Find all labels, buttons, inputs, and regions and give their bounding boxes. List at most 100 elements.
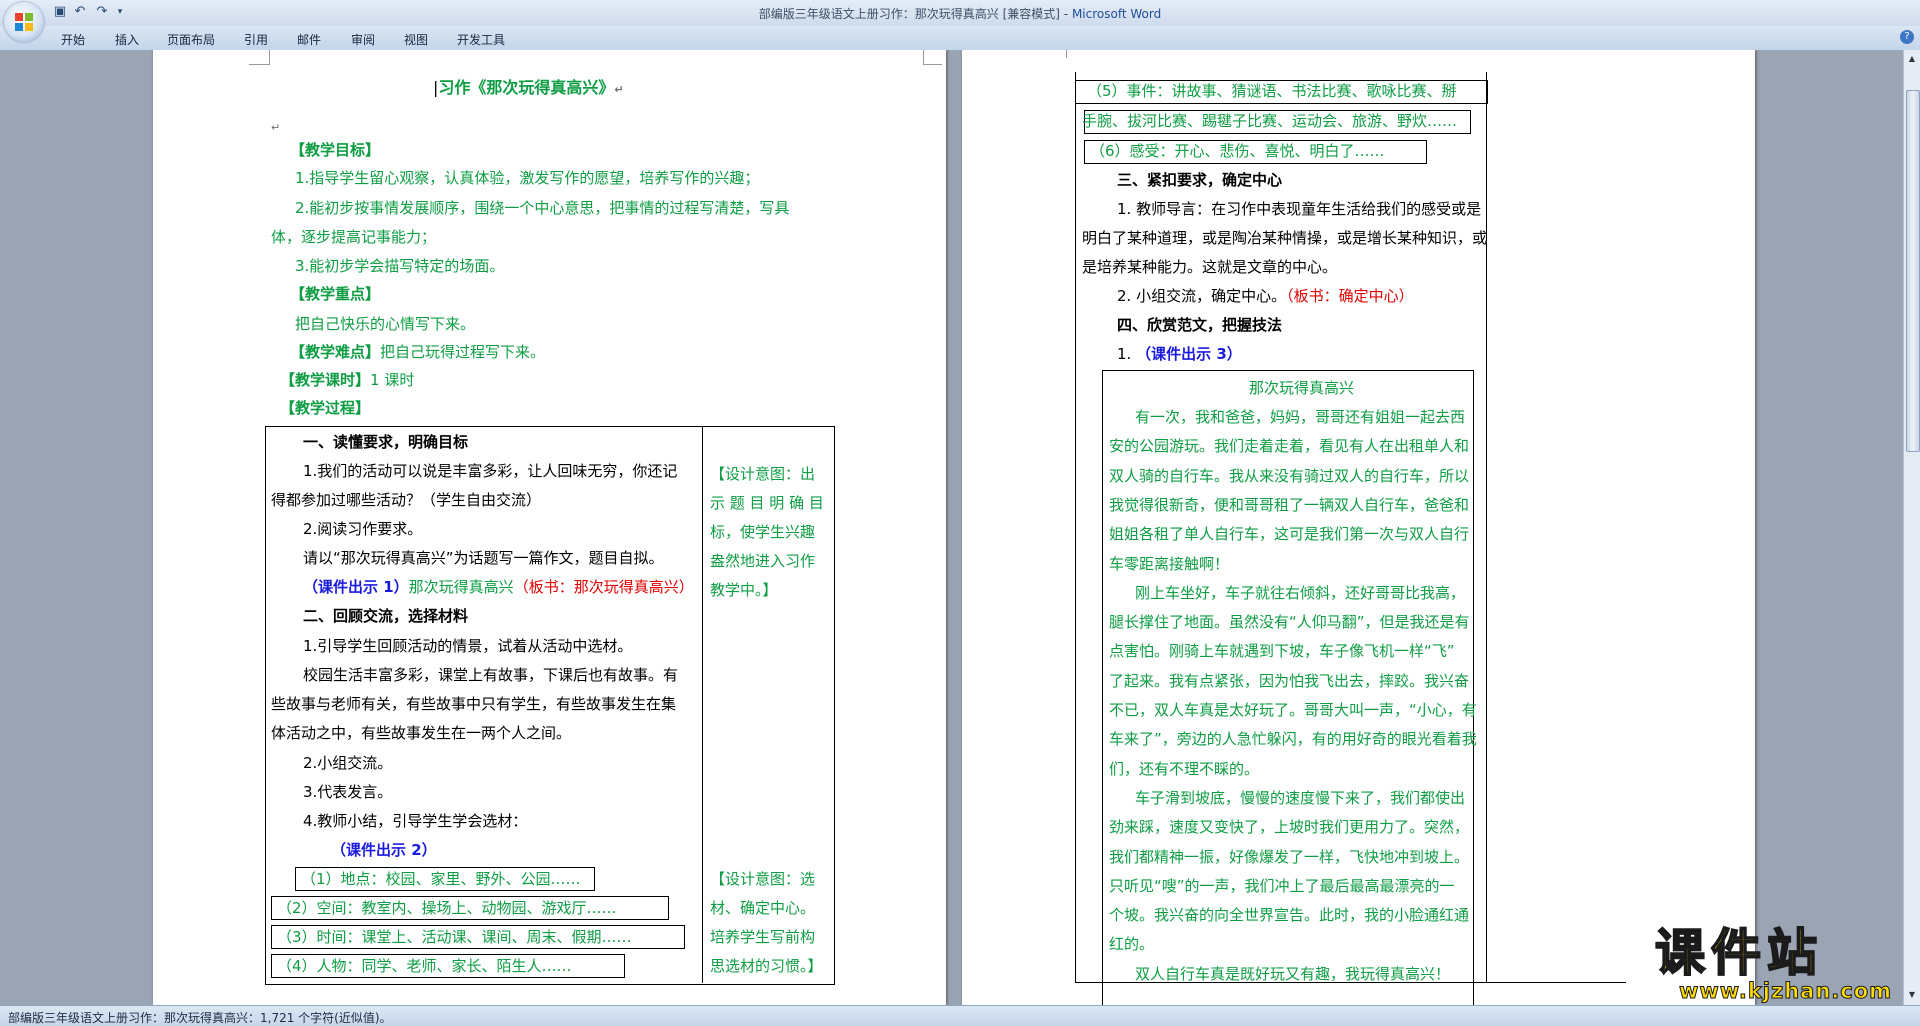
- tab-review[interactable]: 审阅: [351, 31, 375, 48]
- option-1: （1）地点：校园、家里、野外、公园……: [301, 870, 581, 888]
- section-1-title: 一、读懂要求，明确目标: [303, 433, 469, 451]
- crop-mark: [1046, 50, 1067, 58]
- option-6: （6）感受：开心、悲伤、喜悦、明白了……: [1090, 142, 1385, 160]
- essay-line: 不已，双人车真是太好玩了。哥哥大叫一声，“小心，有: [1109, 701, 1477, 719]
- s1-paragraph-2: 2.阅读习作要求。: [303, 520, 423, 538]
- design-intent-1-line-4: 盎然地进入习作: [710, 552, 816, 570]
- table-bottom-border-right: [1486, 982, 1626, 983]
- tab-developer[interactable]: 开发工具: [457, 31, 505, 48]
- goals-heading: 【教学目标】: [290, 141, 381, 159]
- option-4: （4）人物：同学、老师、家长、陌生人……: [277, 957, 572, 975]
- tab-home[interactable]: 开始: [61, 31, 85, 48]
- essay-line: 们，还有不理不睬的。: [1109, 759, 1260, 778]
- title-bar: 部编版三年级语文上册习作：那次玩得真高兴 [兼容模式] - Microsoft …: [0, 0, 1920, 26]
- scroll-down-icon[interactable]: ▼: [1907, 990, 1917, 1000]
- process-heading: 【教学过程】: [280, 399, 371, 417]
- watermark-logo-text: 课件站: [1654, 924, 1823, 982]
- essay-line: 腿长撑住了地面。虽然没有“人仰马翻”，但是我还是有: [1109, 613, 1470, 632]
- watermark-logo: 课件站 www.kjzhan.com: [1654, 924, 1905, 1004]
- s2-paragraph-5: 4.教师小结，引导学生学会选材：: [303, 812, 528, 830]
- essay-line: 了起来。我有点紧张，因为怕我飞出去，摔跤。我兴奋: [1109, 671, 1470, 690]
- essay-line: 红的。: [1109, 935, 1155, 954]
- goal-3: 3.能初步学会描写特定的场面。: [295, 257, 505, 275]
- essay-title: 那次玩得真高兴: [1249, 379, 1355, 397]
- goal-2-line-2: 体，逐步提高记事能力；: [271, 228, 437, 246]
- vertical-scrollbar[interactable]: ▲ ▼: [1903, 50, 1920, 1005]
- s2-paragraph-6: （课件出示 2）: [331, 841, 437, 859]
- s1-paragraph-1b: 得都参加过哪些活动？（学生自由交流）: [271, 491, 542, 509]
- s1-paragraph-1a: 1.我们的活动可以说是丰富多彩，让人回味无穷，你还记: [303, 462, 678, 480]
- option-2: （2）空间：教室内、操场上、动物园、游戏厅……: [277, 899, 617, 917]
- document-page-1[interactable]: |习作《那次玩得真高兴》↵ ↵ 【教学目标】 1.指导学生留心观察，认真体验，激…: [153, 50, 946, 1005]
- document-page-2[interactable]: （5）事件：讲故事、猜谜语、书法比赛、歌咏比赛、掰 手腕、拔河比赛、踢毽子比赛、…: [962, 50, 1755, 1005]
- s2-paragraph-4: 3.代表发言。: [303, 783, 393, 801]
- design-intent-2-line-3: 培养学生写前构: [710, 928, 816, 946]
- essay-line: 安的公园游玩。我们走着走着，看见有人在出租单人和: [1109, 437, 1470, 456]
- s1-paragraph-4: （课件出示 1）那次玩得真高兴（板书：那次玩得真高兴）: [303, 578, 694, 596]
- s3-paragraph-1a: 1. 教师导言：在习作中表现童年生活给我们的感受或是: [1117, 200, 1482, 218]
- essay-line: 姐姐各租了单人自行车，这可是我们第一次与双人自行: [1109, 525, 1470, 544]
- design-intent-1-line-5: 教学中。】: [710, 581, 778, 599]
- difficulty-line: 【教学难点】把自己玩得过程写下来。: [290, 343, 546, 361]
- section-3-title: 三、紧扣要求，确定中心: [1117, 171, 1283, 189]
- goal-1: 1.指导学生留心观察，认真体验，激发写作的愿望，培养写作的兴趣；: [295, 169, 760, 187]
- design-intent-1-line-1: 【设计意图：出: [710, 465, 816, 483]
- option-5-line-2: 手腕、拔河比赛、踢毽子比赛、运动会、旅游、野炊……: [1082, 112, 1458, 130]
- s2-paragraph-3: 2.小组交流。: [303, 754, 393, 772]
- crop-mark: [923, 50, 942, 65]
- goal-2-line-1: 2.能初步按事情发展顺序，围绕一个中心意思，把事情的过程写清楚，写具: [295, 199, 790, 217]
- design-intent-2-line-1: 【设计意图：选: [710, 870, 816, 888]
- table-divider: [1486, 72, 1487, 982]
- s2-paragraph-1: 1.引导学生回顾活动的情景，试着从活动中选材。: [303, 637, 633, 655]
- option-3: （3）时间：课堂上、活动课、课间、周末、假期……: [277, 928, 632, 946]
- tab-references[interactable]: 引用: [244, 31, 268, 48]
- redo-icon[interactable]: ↷: [94, 4, 110, 20]
- essay-line: 双人自行车真是既好玩又有趣，我玩得真高兴！: [1135, 964, 1451, 983]
- s3-paragraph-2: 2. 小组交流，确定中心。（板书：确定中心）: [1117, 287, 1414, 305]
- watermark-url: www.kjzhan.com: [1678, 979, 1893, 1004]
- document-title: |习作《那次玩得真高兴》↵: [433, 78, 624, 97]
- status-bar: 部编版三年级语文上册习作：那次玩得真高兴：1,721 个字符(近似值)。: [0, 1005, 1920, 1026]
- s3-paragraph-1c: 是培养某种能力。这就是文章的中心。: [1082, 258, 1338, 276]
- tab-insert[interactable]: 插入: [115, 31, 139, 48]
- table-left-border: [1075, 72, 1076, 982]
- table-divider: [702, 426, 703, 983]
- undo-icon[interactable]: ↶: [72, 4, 88, 20]
- essay-line: 我们都精神一振，好像爆发了一样，飞快地冲到坡上。: [1109, 847, 1470, 866]
- key-point-text: 把自己快乐的心情写下来。: [295, 315, 476, 333]
- essay-line: 车子滑到坡底，慢慢的速度慢下来了，我们都使出: [1135, 788, 1466, 807]
- s2-paragraph-2b: 些故事与老师有关，有些故事中只有学生，有些故事发生在集: [271, 695, 677, 713]
- scrollbar-thumb[interactable]: [1906, 90, 1920, 452]
- lesson-time-line: 【教学课时】1 课时: [280, 371, 415, 389]
- essay-line: 我觉得很新奇，便和哥哥租了一辆双人自行车，爸爸和: [1109, 495, 1470, 514]
- s2-paragraph-2a: 校园生活丰富多彩，课堂上有故事，下课后也有故事。有: [303, 666, 679, 684]
- s3-paragraph-1b: 明白了某种道理，或是陶冶某种情操，或是增长某种知识，或: [1082, 229, 1488, 247]
- document-workspace: |习作《那次玩得真高兴》↵ ↵ 【教学目标】 1.指导学生留心观察，认真体验，激…: [0, 50, 1903, 1005]
- design-intent-2-line-4: 思选材的习惯。】: [710, 957, 823, 975]
- ribbon-tab-bar: 开始 插入 页面布局 引用 邮件 审阅 视图 开发工具 ?: [0, 26, 1920, 51]
- status-word-count: 部编版三年级语文上册习作：那次玩得真高兴：1,721 个字符(近似值)。: [8, 1011, 392, 1025]
- save-icon[interactable]: ▣: [52, 4, 68, 20]
- essay-line: 车零距离接触啊！: [1109, 554, 1230, 573]
- option-5-line-1: （5）事件：讲故事、猜谜语、书法比赛、歌咏比赛、掰: [1087, 82, 1457, 100]
- paragraph-mark: ↵: [271, 121, 281, 134]
- quick-access-dropdown-icon[interactable]: ▾: [112, 4, 128, 20]
- essay-line: 车来了”，旁边的人急忙躲闪，有的用好奇的眼光看着我: [1109, 730, 1477, 749]
- tab-mailings[interactable]: 邮件: [297, 31, 321, 48]
- office-button[interactable]: [4, 2, 44, 42]
- design-intent-1-line-2: 示 题 目 明 确 目: [710, 494, 824, 512]
- essay-line: 双人骑的自行车。我从来没有骑过双人的自行车，所以: [1109, 466, 1470, 485]
- scroll-up-icon[interactable]: ▲: [1907, 54, 1917, 64]
- window-title: 部编版三年级语文上册习作：那次玩得真高兴 [兼容模式] - Microsoft …: [758, 7, 1162, 21]
- essay-line: 只听见“嗖”的一声，我们冲上了最后最高最漂亮的一: [1109, 876, 1455, 895]
- essay-line: 点害怕。刚骑上车就遇到下坡，车子像飞机一样“飞”: [1109, 642, 1455, 661]
- crop-mark: [249, 50, 270, 65]
- tab-page-layout[interactable]: 页面布局: [167, 31, 215, 48]
- help-icon[interactable]: ?: [1900, 30, 1914, 44]
- section-4-title: 四、欣赏范文，把握技法: [1117, 316, 1283, 334]
- design-intent-1-line-3: 标，使学生兴趣: [710, 523, 816, 541]
- tab-view[interactable]: 视图: [404, 31, 428, 48]
- section-2-title: 二、回顾交流，选择材料: [303, 607, 469, 625]
- s2-paragraph-2c: 体活动之中，有些故事发生在一两个人之间。: [271, 724, 572, 742]
- design-intent-2-line-2: 材、确定中心。: [710, 899, 816, 917]
